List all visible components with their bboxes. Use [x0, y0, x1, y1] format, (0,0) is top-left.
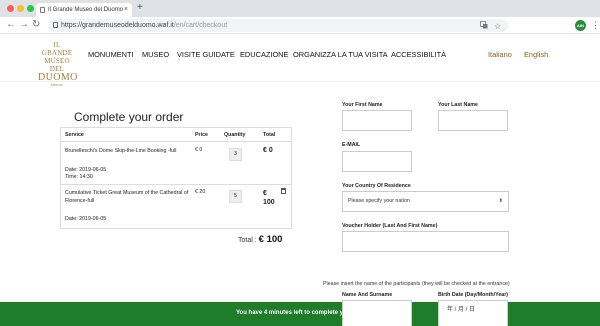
- email-input[interactable]: [342, 151, 412, 172]
- nav-item-monumenti[interactable]: MONUMENTI: [88, 50, 134, 59]
- service-date: Date: 2019-06-05: [65, 216, 107, 222]
- tab-close-icon[interactable]: ×: [124, 3, 128, 17]
- page-icon: [40, 7, 45, 13]
- tab-title: Il Grande Museo del Duomo: [48, 7, 124, 13]
- table-row: Brunelleschi's Dome Skip-the-Line Bookin…: [61, 142, 291, 185]
- forward-arrow-icon[interactable]: →: [19, 18, 29, 32]
- row-total: € 0: [263, 147, 273, 154]
- translate-icon[interactable]: [480, 20, 488, 33]
- col-service: Service: [65, 132, 84, 138]
- email-label: E-MAIL: [342, 142, 361, 148]
- total-label: Total :: [238, 237, 257, 244]
- browser-tab[interactable]: Il Grande Museo del Duomo ×: [36, 3, 132, 17]
- lang-italiano[interactable]: Italiano: [488, 50, 512, 59]
- back-arrow-icon[interactable]: ←: [6, 18, 16, 32]
- timer-bar: You have 4 minutes left to complete your: [0, 302, 600, 326]
- maximize-window-button[interactable]: [27, 5, 34, 12]
- service-time: Time: 14:30: [65, 174, 93, 180]
- site-header: IL GRANDE MUSEO DEL DUOMO FIRENZE MONUME…: [0, 35, 600, 87]
- minimize-window-button[interactable]: [17, 5, 24, 12]
- name-surname-label: Name And Surname: [342, 292, 393, 298]
- nav-item-visite-guidate[interactable]: VISITE GUIDATE: [177, 50, 235, 59]
- participant-name-input[interactable]: [342, 300, 412, 326]
- new-tab-button[interactable]: +: [137, 2, 143, 14]
- participants-note: Please insert the name of the participan…: [323, 281, 510, 287]
- last-name-input[interactable]: [438, 110, 508, 131]
- first-name-input[interactable]: [342, 110, 412, 131]
- nav-item-museo[interactable]: MUSEO: [142, 50, 169, 59]
- voucher-holder-input[interactable]: [342, 231, 509, 252]
- bookmark-star-icon[interactable]: ☆: [494, 20, 501, 33]
- birth-date-label: Birth Date (Day/Month/Year): [438, 292, 509, 298]
- total-value: € 100: [258, 234, 283, 245]
- browser-tab-bar: Il Grande Museo del Duomo × +: [0, 0, 600, 17]
- col-quantity: Quantity: [224, 132, 246, 138]
- nav-item-accessibilita[interactable]: ACCESSIBILITÀ: [391, 50, 446, 59]
- museum-logo[interactable]: IL GRANDE MUSEO DEL DUOMO FIRENZE: [38, 41, 78, 87]
- service-name: Cumulative Ticket Great Museum of the Ca…: [65, 190, 189, 204]
- logo-line: IL GRANDE: [41, 41, 73, 57]
- url-text: https://grandemuseodelduomo.waf.it/en/ca…: [61, 22, 228, 29]
- first-name-label: Your First Name: [342, 102, 383, 108]
- service-price: € 20: [195, 189, 206, 195]
- service-price: € 0: [195, 147, 203, 153]
- order-table: Service Price Quantity Total Brunellesch…: [60, 127, 292, 229]
- address-bar[interactable]: https://grandemuseodelduomo.waf.it/en/ca…: [48, 19, 508, 32]
- select-arrow-icon: ⬍: [498, 198, 503, 204]
- logo-line: DUOMO: [38, 72, 78, 83]
- birth-date-input[interactable]: 年 / 月 / 日: [438, 300, 508, 326]
- browser-toolbar: ← → ↻ https://grandemuseodelduomo.waf.it…: [0, 17, 600, 34]
- quantity-field[interactable]: 5: [229, 190, 242, 203]
- row-total-value: 100: [263, 199, 275, 206]
- service-name: Brunelleschi's Dome Skip-the-Line Bookin…: [65, 148, 177, 154]
- close-window-button[interactable]: [7, 5, 14, 12]
- nav-item-educazione[interactable]: EDUCAZIONE: [240, 50, 288, 59]
- logo-line: MUSEO DEL: [44, 57, 70, 73]
- timer-text: You have 4 minutes left to complete your: [236, 310, 353, 316]
- trash-icon[interactable]: [281, 188, 286, 194]
- col-price: Price: [195, 132, 208, 138]
- lang-english[interactable]: English: [524, 50, 548, 59]
- order-total: Total : € 100: [238, 234, 282, 245]
- lock-icon: [53, 22, 58, 28]
- birth-date-placeholder: 年 / 月 / 日: [447, 307, 476, 313]
- quantity-field[interactable]: 3: [229, 148, 242, 161]
- browser-menu-icon[interactable]: ⋮: [591, 18, 600, 32]
- country-select[interactable]: Please specify your nation ⬍: [342, 191, 509, 212]
- reload-icon[interactable]: ↻: [32, 18, 40, 32]
- nav-item-organizza[interactable]: ORGANIZZA LA TUA VISITA: [293, 50, 388, 59]
- country-label: Your Country Of Residence: [342, 183, 411, 189]
- order-title: Complete your order: [74, 110, 184, 124]
- voucher-holder-label: Voucher Holder (Last And First Name): [342, 223, 438, 229]
- extension-badge[interactable]: AIN: [575, 20, 586, 31]
- country-selected-value: Please specify your nation: [348, 198, 410, 204]
- last-name-label: Your Last Name: [438, 102, 478, 108]
- table-header: Service Price Quantity Total: [61, 128, 291, 142]
- logo-line: FIRENZE: [50, 83, 64, 87]
- table-row: Cumulative Ticket Great Museum of the Ca…: [61, 185, 291, 228]
- row-total-currency: €: [263, 190, 267, 197]
- col-total: Total: [263, 132, 276, 138]
